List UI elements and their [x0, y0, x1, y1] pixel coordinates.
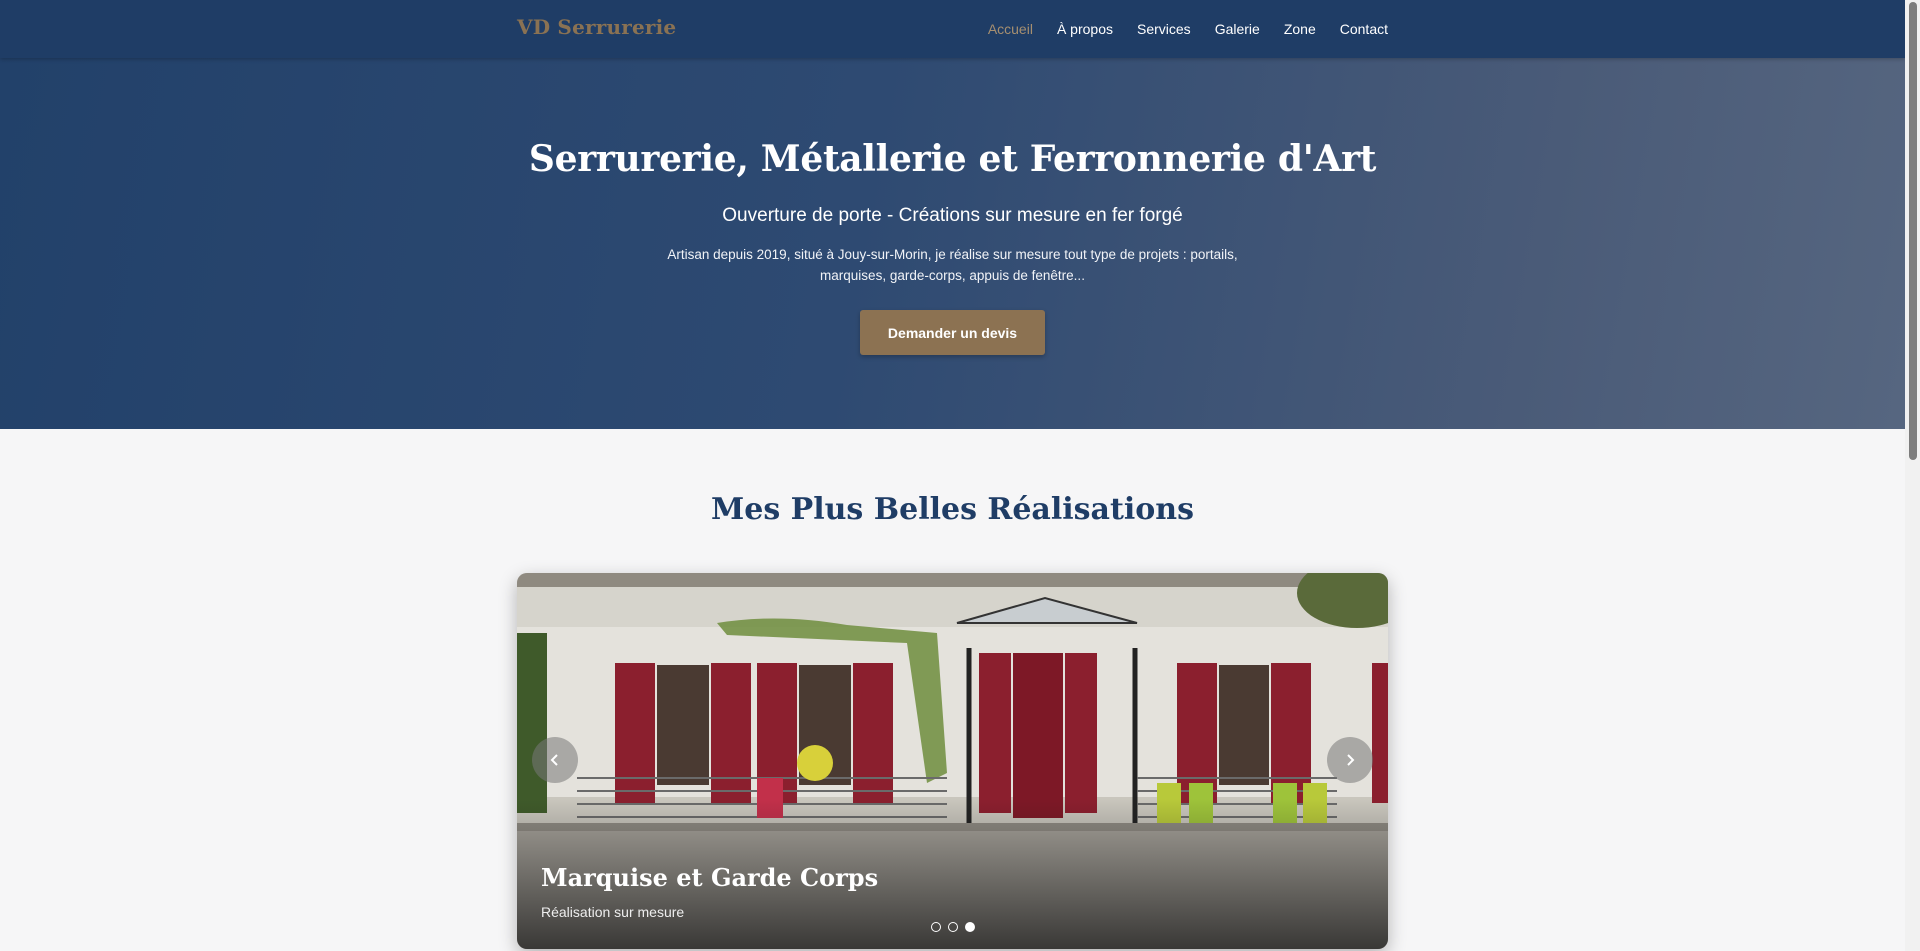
nav-item-a-propos[interactable]: À propos: [1057, 21, 1113, 37]
hero-section: Serrurerie, Métallerie et Ferronnerie d'…: [0, 58, 1905, 429]
hero-title: Serrurerie, Métallerie et Ferronnerie d'…: [528, 138, 1377, 180]
page: VD Serrurerie Accueil À propos Services …: [0, 0, 1905, 951]
slide-title: Marquise et Garde Corps: [541, 863, 879, 892]
carousel-next-button[interactable]: [1327, 737, 1373, 783]
nav-item-services[interactable]: Services: [1137, 21, 1191, 37]
carousel-prev-button[interactable]: [532, 737, 578, 783]
gallery-carousel[interactable]: Marquise et Garde Corps Réalisation sur …: [517, 573, 1388, 949]
carousel-dot-1[interactable]: [930, 922, 941, 932]
scrollbar-thumb[interactable]: [1909, 2, 1917, 460]
nav-item-galerie[interactable]: Galerie: [1215, 21, 1260, 37]
nav-item-accueil[interactable]: Accueil: [988, 21, 1033, 37]
request-quote-button[interactable]: Demander un devis: [860, 310, 1045, 355]
slide-subtitle: Réalisation sur mesure: [541, 904, 685, 920]
chevron-right-icon: [1347, 754, 1355, 766]
chevron-left-icon: [550, 754, 558, 766]
nav-item-contact[interactable]: Contact: [1340, 21, 1388, 37]
hero-subtitle: Ouverture de porte - Créations sur mesur…: [722, 205, 1183, 226]
carousel-dot-2[interactable]: [947, 922, 958, 932]
brand-logo[interactable]: VD Serrurerie: [517, 15, 676, 39]
carousel-indicators: [517, 922, 1388, 932]
hero-description: Artisan depuis 2019, situé à Jouy-sur-Mo…: [667, 247, 1238, 283]
nav-item-zone[interactable]: Zone: [1284, 21, 1316, 37]
navbar: VD Serrurerie Accueil À propos Services …: [0, 0, 1905, 58]
carousel-dot-3[interactable]: [964, 922, 975, 932]
gallery-title: Mes Plus Belles Réalisations: [711, 492, 1194, 527]
page-scrollbar[interactable]: [1905, 0, 1920, 951]
main-nav: Accueil À propos Services Galerie Zone C…: [964, 0, 1388, 58]
